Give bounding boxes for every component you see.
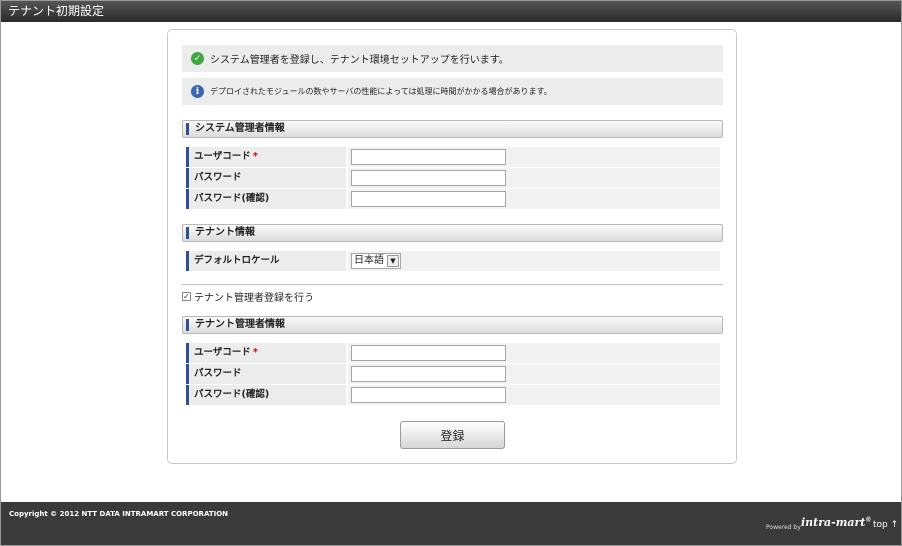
tenant-admin-usercode-label: ユーザコード *: [186, 343, 346, 363]
success-message-text: システム管理者を登録し、テナント環境セットアップを行います。: [210, 55, 509, 66]
tenant-admin-password-row: パスワード: [186, 364, 720, 384]
default-locale-value: 日本語: [354, 255, 384, 266]
required-marker: *: [252, 347, 258, 358]
intra-mart-logo: intra-mart®: [801, 516, 872, 529]
default-locale-row: デフォルトロケール 日本語 ▼: [186, 251, 720, 271]
success-message: ✓ システム管理者を登録し、テナント環境セットアップを行います。: [182, 45, 723, 72]
window-title: テナント初期設定: [1, 1, 901, 22]
info-message-text: デプロイされたモジュールの数やサーバの性能によっては処理に時間がかかる場合があり…: [210, 87, 552, 96]
copyright-text: Copyright © 2012 NTT DATA INTRAMART CORP…: [9, 510, 229, 518]
system-admin-usercode-label: ユーザコード *: [186, 147, 346, 167]
tenant-info-heading: テナント情報: [182, 224, 723, 242]
system-admin-password-confirm-input[interactable]: [351, 191, 506, 207]
setup-panel: ✓ システム管理者を登録し、テナント環境セットアップを行います。 i デプロイさ…: [167, 29, 737, 464]
powered-by-text: Powered by: [766, 524, 801, 531]
tenant-admin-toggle-label: テナント管理者登録を行う: [194, 293, 314, 304]
tenant-admin-password-label: パスワード: [186, 364, 346, 384]
system-admin-password-input[interactable]: [351, 170, 506, 186]
chevron-down-icon: ▼: [387, 255, 399, 267]
tenant-admin-heading: テナント管理者情報: [182, 316, 723, 334]
system-admin-usercode-row: ユーザコード *: [186, 147, 720, 167]
tenant-admin-password-input[interactable]: [351, 366, 506, 382]
tenant-admin-password-confirm-label: パスワード(確認): [186, 385, 346, 405]
system-admin-password-label: パスワード: [186, 168, 346, 188]
tenant-admin-checkbox[interactable]: ✓: [182, 292, 191, 301]
register-button[interactable]: 登録: [400, 421, 505, 449]
back-to-top-link[interactable]: top ↑: [873, 520, 898, 530]
check-icon: ✓: [191, 52, 204, 65]
tenant-admin-password-confirm-row: パスワード(確認): [186, 385, 720, 405]
info-icon: i: [191, 85, 204, 98]
divider: [182, 284, 723, 285]
default-locale-label: デフォルトロケール: [186, 251, 346, 271]
info-message: i デプロイされたモジュールの数やサーバの性能によっては処理に時間がかかる場合が…: [182, 78, 723, 105]
system-admin-password-confirm-row: パスワード(確認): [186, 189, 720, 209]
system-admin-password-confirm-label: パスワード(確認): [186, 189, 346, 209]
default-locale-select[interactable]: 日本語 ▼: [351, 253, 401, 269]
tenant-admin-toggle[interactable]: ✓ テナント管理者登録を行う: [182, 289, 314, 304]
system-admin-password-row: パスワード: [186, 168, 720, 188]
tenant-admin-usercode-row: ユーザコード *: [186, 343, 720, 363]
system-admin-heading: システム管理者情報: [182, 120, 723, 138]
required-marker: *: [252, 151, 258, 162]
footer: Copyright © 2012 NTT DATA INTRAMART CORP…: [1, 502, 901, 545]
system-admin-usercode-input[interactable]: [351, 149, 506, 165]
tenant-admin-usercode-input[interactable]: [351, 345, 506, 361]
tenant-admin-password-confirm-input[interactable]: [351, 387, 506, 403]
